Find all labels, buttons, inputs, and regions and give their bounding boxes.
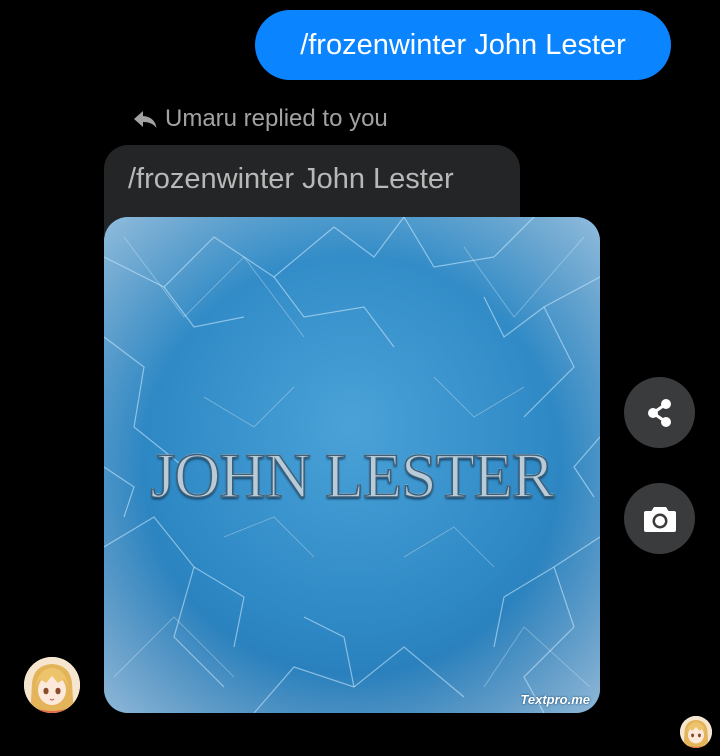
image-watermark: Textpro.me xyxy=(520,692,590,707)
image-message[interactable]: JOHN LESTER Textpro.me xyxy=(104,217,600,713)
anime-girl-avatar-icon xyxy=(680,716,712,748)
reply-header: Umaru replied to you xyxy=(132,104,388,134)
camera-icon xyxy=(643,506,676,532)
share-button[interactable] xyxy=(624,377,695,448)
reply-icon xyxy=(134,111,157,128)
camera-button[interactable] xyxy=(624,483,695,554)
sender-avatar[interactable] xyxy=(24,657,80,713)
reply-header-text: Umaru replied to you xyxy=(165,105,388,132)
seen-indicator-avatar xyxy=(680,716,712,748)
image-title-text: JOHN LESTER xyxy=(150,439,556,512)
sent-message-bubble[interactable]: /frozenwinter John Lester xyxy=(255,10,671,80)
sent-message-text: /frozenwinter John Lester xyxy=(300,29,626,61)
anime-girl-avatar-icon xyxy=(24,657,80,713)
share-icon xyxy=(647,398,671,427)
quoted-message-text: /frozenwinter John Lester xyxy=(128,163,454,195)
